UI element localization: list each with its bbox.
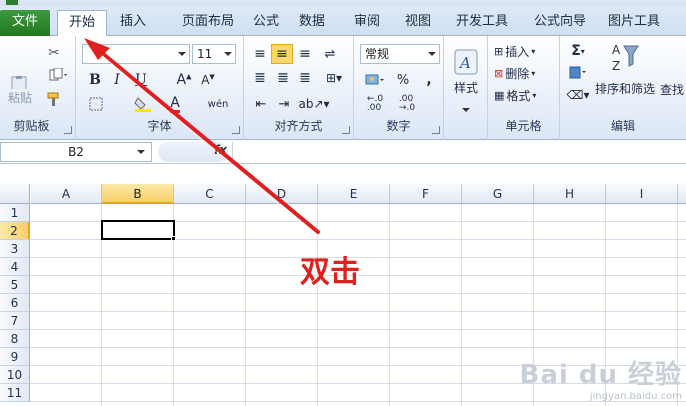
excel-window: 文件 开始 插入 页面布局 公式 数据 审阅 视图 开发工具 公式向导 图片工具…	[0, 0, 686, 406]
watermark: Bai du 经验 jingyan.baidu.com	[520, 354, 683, 402]
annotation-arrow-icon	[84, 38, 320, 237]
watermark-url: jingyan.baidu.com	[589, 391, 682, 402]
annotation-text: 双击	[300, 255, 360, 290]
watermark-brand: Bai du 经验	[519, 360, 682, 390]
